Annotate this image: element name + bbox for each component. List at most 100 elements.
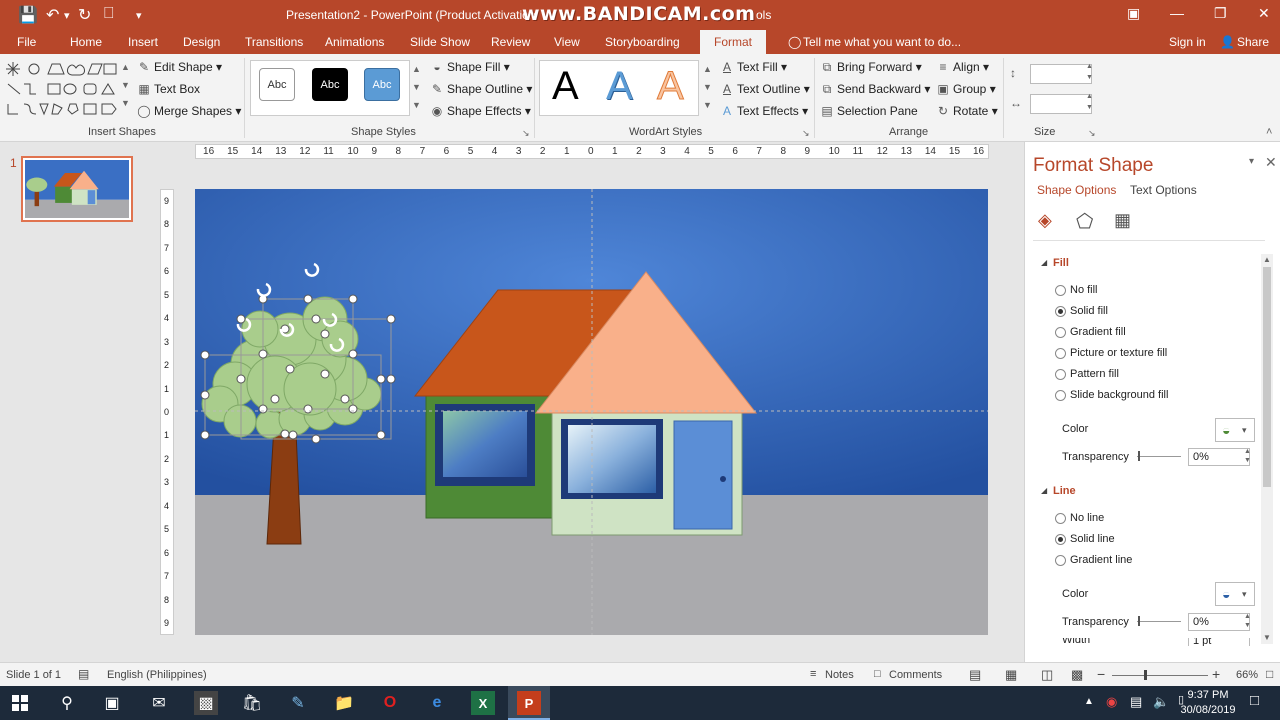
fill-radio[interactable] bbox=[1055, 306, 1066, 317]
tab-storyboarding[interactable]: Storyboarding bbox=[605, 35, 680, 49]
normal-view-icon[interactable]: ▤ bbox=[969, 667, 981, 683]
selection-pane-button[interactable]: ▤ Selection Pane bbox=[820, 104, 917, 118]
fill-section-header[interactable]: Fill bbox=[1053, 257, 1069, 269]
shape-styles-launcher-icon[interactable]: ↘ bbox=[522, 128, 530, 139]
styles-scroll-up-icon[interactable]: ▲ bbox=[412, 64, 421, 74]
line-transparency-up-icon[interactable]: ▲ bbox=[1244, 613, 1251, 620]
share-icon[interactable]: 👤 bbox=[1220, 35, 1235, 49]
tab-design[interactable]: Design bbox=[183, 35, 220, 49]
tab-text-options[interactable]: Text Options bbox=[1130, 183, 1197, 197]
send-backward-button[interactable]: ⧉ Send Backward ▾ bbox=[820, 82, 931, 97]
fit-slide-icon[interactable]: □ bbox=[1266, 667, 1273, 681]
wordart-blue[interactable]: A bbox=[606, 64, 633, 109]
line-transparency-thumb[interactable] bbox=[1138, 616, 1140, 626]
fill-option-label[interactable]: Solid fill bbox=[1070, 305, 1108, 317]
group-button[interactable]: ▣ Group ▾ bbox=[936, 82, 995, 96]
shape-style-black[interactable]: Abc bbox=[312, 68, 348, 101]
line-color-button[interactable]: ◒ ▾ bbox=[1215, 582, 1255, 606]
network-icon[interactable]: ▤ bbox=[1130, 694, 1142, 710]
height-spin-up-icon[interactable]: ▲ bbox=[1086, 63, 1093, 70]
bandicam-tray-icon[interactable]: ◉ bbox=[1106, 694, 1117, 710]
close-icon[interactable]: ✕ bbox=[1258, 5, 1270, 22]
volume-icon[interactable]: 🔈 bbox=[1153, 694, 1169, 710]
undo-icon[interactable]: ↶ bbox=[46, 5, 59, 25]
fill-option-label[interactable]: Gradient fill bbox=[1070, 326, 1126, 338]
tab-slideshow[interactable]: Slide Show bbox=[410, 35, 470, 49]
tab-home[interactable]: Home bbox=[70, 35, 102, 49]
powerpoint-icon[interactable]: P bbox=[517, 691, 541, 715]
redo-icon[interactable]: ↻ bbox=[78, 5, 91, 25]
notes-app-icon[interactable]: ✎ bbox=[286, 691, 310, 715]
clock-time[interactable]: 9:37 PM bbox=[1183, 689, 1233, 701]
tab-shape-options[interactable]: Shape Options bbox=[1037, 183, 1116, 197]
shape-width-input[interactable] bbox=[1030, 94, 1092, 114]
tab-view[interactable]: View bbox=[554, 35, 580, 49]
maximize-icon[interactable]: ❐ bbox=[1214, 5, 1227, 22]
shapes-more-icon[interactable]: ▼ bbox=[121, 98, 130, 108]
share-button[interactable]: Share bbox=[1237, 35, 1269, 49]
mail-icon[interactable]: ✉ bbox=[147, 691, 171, 715]
fill-option-label[interactable]: No fill bbox=[1070, 284, 1098, 296]
minimize-icon[interactable]: — bbox=[1170, 5, 1184, 21]
tab-format[interactable]: Format bbox=[700, 30, 767, 54]
tab-insert[interactable]: Insert bbox=[128, 35, 158, 49]
shape-style-white[interactable]: Abc bbox=[259, 68, 295, 101]
language-indicator[interactable]: English (Philippines) bbox=[107, 669, 207, 681]
collapse-ribbon-icon[interactable]: ˄ bbox=[1266, 126, 1272, 138]
file-explorer-icon[interactable]: 📁 bbox=[332, 691, 356, 715]
line-option-label[interactable]: Solid line bbox=[1070, 533, 1115, 545]
ribbon-display-options-icon[interactable]: ▣ bbox=[1127, 5, 1140, 22]
tab-transitions[interactable]: Transitions bbox=[245, 35, 303, 49]
tab-file[interactable]: File bbox=[17, 35, 36, 49]
clock-date[interactable]: 30/08/2019 bbox=[1176, 704, 1240, 716]
fill-transparency-thumb[interactable] bbox=[1138, 451, 1140, 461]
undo-dropdown-icon[interactable]: ▾ bbox=[64, 9, 70, 22]
width-spin-up-icon[interactable]: ▲ bbox=[1086, 93, 1093, 100]
tab-review[interactable]: Review bbox=[491, 35, 530, 49]
fill-radio[interactable] bbox=[1055, 327, 1066, 338]
fill-radio[interactable] bbox=[1055, 369, 1066, 380]
rotate-button[interactable]: ↻ Rotate ▾ bbox=[936, 104, 998, 118]
comments-button[interactable]: Comments bbox=[889, 669, 942, 681]
line-transparency-down-icon[interactable]: ▼ bbox=[1244, 622, 1251, 629]
shapes-scroll-up-icon[interactable]: ▲ bbox=[121, 62, 130, 72]
size-properties-icon[interactable]: ▦ bbox=[1114, 210, 1131, 231]
merge-shapes-button[interactable]: ◯ Merge Shapes ▾ bbox=[137, 104, 241, 118]
fill-radio[interactable] bbox=[1055, 390, 1066, 401]
fill-radio[interactable] bbox=[1055, 348, 1066, 359]
tell-me-search[interactable]: Tell me what you want to do... bbox=[803, 35, 961, 49]
door[interactable] bbox=[673, 420, 733, 530]
text-effects-button[interactable]: A Text Effects ▾ bbox=[720, 104, 808, 118]
zoom-level[interactable]: 66% bbox=[1236, 669, 1258, 681]
line-radio[interactable] bbox=[1055, 555, 1066, 566]
zoom-slider[interactable] bbox=[1112, 675, 1208, 676]
line-option-label[interactable]: Gradient line bbox=[1070, 554, 1132, 566]
fill-radio[interactable] bbox=[1055, 285, 1066, 296]
slide-thumbnail-1[interactable] bbox=[21, 156, 133, 222]
tab-animations[interactable]: Animations bbox=[325, 35, 384, 49]
shape-effects-button[interactable]: ◉ Shape Effects ▾ bbox=[430, 104, 531, 118]
fill-collapse-icon[interactable]: ◢ bbox=[1041, 258, 1047, 267]
height-spin-down-icon[interactable]: ▼ bbox=[1086, 74, 1093, 81]
shape-height-input[interactable] bbox=[1030, 64, 1092, 84]
save-icon[interactable]: 💾 bbox=[18, 5, 38, 25]
notes-button[interactable]: Notes bbox=[825, 669, 854, 681]
fill-option-label[interactable]: Pattern fill bbox=[1070, 368, 1119, 380]
pane-options-icon[interactable]: ▾ bbox=[1249, 156, 1254, 167]
task-view-icon[interactable]: ▣ bbox=[100, 691, 124, 715]
fill-transparency-down-icon[interactable]: ▼ bbox=[1244, 457, 1251, 464]
effects-icon[interactable]: ⬠ bbox=[1076, 209, 1093, 234]
zoom-out-icon[interactable]: − bbox=[1097, 666, 1105, 682]
bring-forward-button[interactable]: ⧉ Bring Forward ▾ bbox=[820, 60, 922, 75]
wordart-scroll-down-icon[interactable]: ▼ bbox=[703, 82, 712, 92]
edit-shape-button[interactable]: ✎ Edit Shape ▾ bbox=[137, 60, 222, 74]
reading-view-icon[interactable]: ◫ bbox=[1041, 667, 1053, 683]
fill-option-label[interactable]: Slide background fill bbox=[1070, 389, 1168, 401]
shape-style-blue[interactable]: Abc bbox=[364, 68, 400, 101]
shapes-scroll-down-icon[interactable]: ▼ bbox=[121, 80, 130, 90]
line-width-input[interactable]: 1 pt bbox=[1188, 638, 1250, 646]
line-option-label[interactable]: No line bbox=[1070, 512, 1104, 524]
line-transparency-input[interactable]: 0% bbox=[1188, 613, 1250, 631]
search-icon[interactable]: ⚲ bbox=[55, 691, 79, 715]
fill-option-label[interactable]: Picture or texture fill bbox=[1070, 347, 1167, 359]
